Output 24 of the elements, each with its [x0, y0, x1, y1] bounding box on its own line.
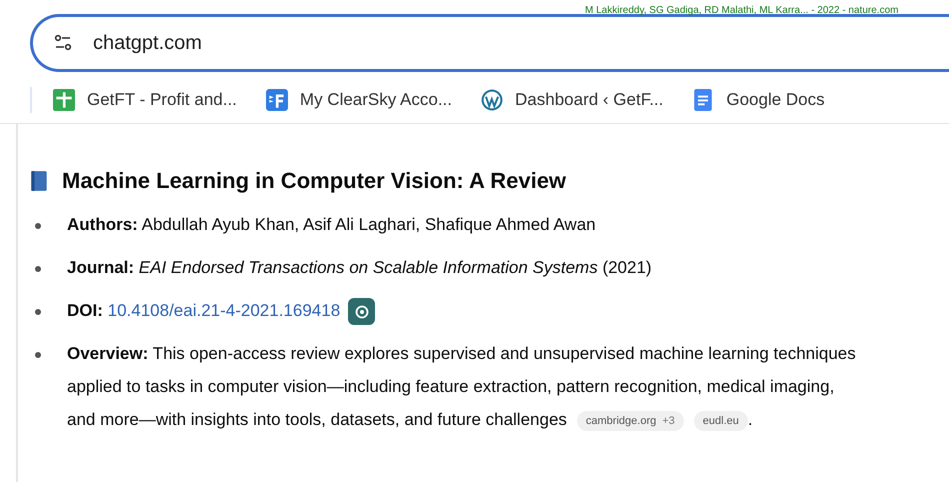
bullet — [35, 352, 41, 358]
bookmark[interactable]: Google Docs — [691, 88, 825, 112]
search-result-authors: M Lakkireddy, SG Gadiga, RD Malathi, ML Karra... - 2022 - nature.com — [585, 5, 898, 16]
list-item-text: DOI: 10.4108/eai.21-4-2021.169418 — [67, 301, 340, 320]
source-chip[interactable]: cambridge.org +3 — [576, 410, 684, 431]
bullet — [35, 266, 41, 272]
bullet — [35, 309, 41, 315]
bookmark[interactable]: My ClearSky Acco... — [264, 88, 452, 112]
doi-link[interactable]: 10.4108/eai.21-4-2021.169418 — [108, 301, 340, 320]
list-item-text: Journal: EAI Endorsed Transactions on Scalable Information Systems (2021) — [67, 258, 652, 277]
bookmark[interactable]: Dashboard ‹ GetF... — [480, 88, 664, 112]
article-title: Machine Learning in Computer Vision: A Review — [62, 168, 566, 194]
spreadsheet-icon — [52, 88, 76, 112]
citation-icon[interactable] — [348, 298, 376, 326]
list-item-text: Overview: This open-access review explores supervised and unsupervised machine learning techniques applied to tasks in computer vision—including feature extraction, pattern recognition, medical imaging, and more—with insights into tools, datasets, and future challenges cambridge.org +3 eudl.eu . — [67, 343, 857, 433]
logo-icon — [264, 88, 289, 112]
wordpress-icon — [480, 88, 504, 112]
list-item-text: Authors: Abdullah Ayub Khan, Asif Ali Laghari, Shafique Ahmed Awan — [67, 215, 596, 234]
source-chip[interactable]: eudl.eu — [694, 410, 748, 431]
bookmark[interactable]: GetFT - Profit and... — [52, 88, 237, 112]
address-bar[interactable]: chatgpt.com — [30, 14, 949, 72]
book-icon — [30, 170, 48, 192]
site-settings-icon[interactable] — [53, 33, 73, 53]
bullet — [35, 223, 41, 229]
